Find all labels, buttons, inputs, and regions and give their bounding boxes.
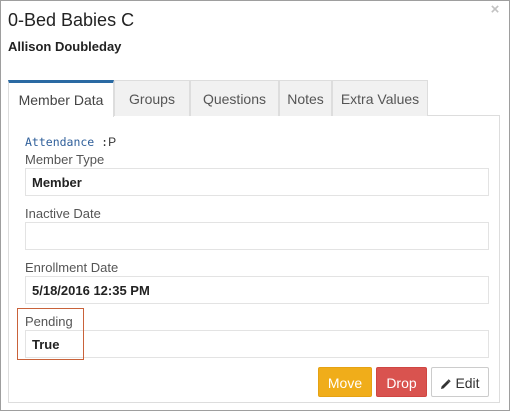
tab-notes[interactable]: Notes [279,80,332,116]
tab-extra-values[interactable]: Extra Values [332,80,428,116]
attendance-value: P [108,135,117,149]
move-button[interactable]: Move [318,367,372,397]
inactive-date-label: Inactive Date [25,206,101,221]
enrollment-date-label: Enrollment Date [25,260,119,275]
edit-button[interactable]: Edit [431,367,489,397]
pending-highlight-box [17,308,84,360]
edit-button-label: Edit [455,375,480,391]
dialog-title: 0-Bed Babies C [8,10,135,30]
member-type-label: Member Type [25,152,105,167]
attendance-key[interactable]: Attendance [25,135,94,149]
pending-field[interactable]: True [25,330,489,358]
tab-bar: Member Data Groups Questions Notes Extra… [8,80,500,117]
close-icon[interactable]: × [488,2,502,17]
drop-button[interactable]: Drop [376,367,427,397]
dialog-subtitle: Allison Doubleday [8,39,122,54]
tab-questions[interactable]: Questions [190,80,279,116]
attendance-row: Attendance :P [25,135,116,149]
tab-member-data[interactable]: Member Data [8,80,114,117]
inactive-date-field[interactable] [25,222,489,250]
tab-groups[interactable]: Groups [114,80,190,116]
enrollment-date-field[interactable]: 5/18/2016 12:35 PM [25,276,489,304]
member-type-field[interactable]: Member [25,168,489,196]
pencil-icon [441,379,452,389]
attendance-separator: : [94,135,109,149]
